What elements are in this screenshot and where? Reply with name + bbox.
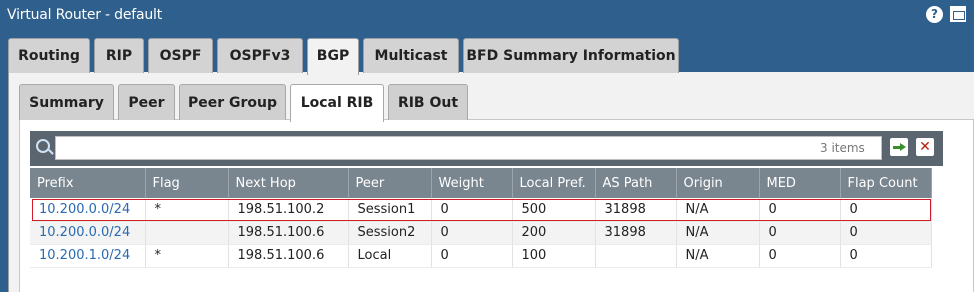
maximize-icon[interactable]: [950, 6, 966, 22]
table-header-row: Prefix Flag Next Hop Peer Weight Local P…: [30, 168, 932, 198]
search-input[interactable]: [55, 136, 882, 160]
cell-med: 0: [759, 221, 841, 245]
window-title: Virtual Router - default: [7, 7, 163, 23]
cell-as-path: 31898: [595, 221, 677, 245]
column-header-flap-count[interactable]: Flap Count: [840, 168, 932, 198]
tab-routing[interactable]: Routing: [8, 38, 90, 73]
tab-rib-out[interactable]: RIB Out: [388, 84, 468, 120]
tab-local-rib[interactable]: Local RIB: [290, 84, 384, 122]
column-header-origin[interactable]: Origin: [676, 168, 760, 198]
prefix-link[interactable]: 10.200.0.0/24: [39, 202, 130, 217]
cell-local-pref: 100: [512, 244, 596, 268]
table-row[interactable]: 10.200.0.0/24 * 198.51.100.2 Session1 0 …: [30, 198, 932, 222]
cell-next-hop: 198.51.100.6: [228, 221, 349, 245]
column-header-weight[interactable]: Weight: [431, 168, 513, 198]
tab-bfd-summary[interactable]: BFD Summary Information: [463, 38, 679, 73]
local-rib-table: Prefix Flag Next Hop Peer Weight Local P…: [30, 168, 932, 268]
cell-origin: N/A: [676, 244, 760, 268]
cell-next-hop: 198.51.100.6: [228, 244, 349, 268]
column-header-peer[interactable]: Peer: [348, 168, 432, 198]
cell-med: 0: [759, 244, 841, 268]
title-bar: Virtual Router - default: [0, 0, 974, 32]
prefix-link[interactable]: 10.200.0.0/24: [39, 225, 130, 240]
tab-multicast[interactable]: Multicast: [363, 38, 459, 73]
cell-flag: *: [145, 244, 229, 268]
cell-as-path: 31898: [595, 198, 677, 222]
apply-filter-button[interactable]: [890, 138, 908, 156]
cell-weight: 0: [431, 198, 513, 222]
cell-peer: Local: [348, 244, 432, 268]
column-header-local-pref[interactable]: Local Pref.: [512, 168, 596, 198]
tab-rip[interactable]: RIP: [94, 38, 144, 73]
cell-flap-count: 0: [840, 221, 932, 245]
cell-prefix[interactable]: 10.200.0.0/24: [30, 198, 146, 222]
cell-peer: Session2: [348, 221, 432, 245]
cell-prefix[interactable]: 10.200.0.0/24: [30, 221, 146, 245]
tab-peer[interactable]: Peer: [118, 84, 175, 120]
items-count: 3 items: [820, 141, 865, 155]
cell-med: 0: [759, 198, 841, 222]
column-header-next-hop[interactable]: Next Hop: [228, 168, 349, 198]
tab-ospf[interactable]: OSPF: [148, 38, 213, 73]
cell-peer: Session1: [348, 198, 432, 222]
cell-prefix[interactable]: 10.200.1.0/24: [30, 244, 146, 268]
tab-summary[interactable]: Summary: [19, 84, 114, 120]
cell-flap-count: 0: [840, 198, 932, 222]
cell-flag: [145, 221, 229, 245]
cell-as-path: [595, 244, 677, 268]
cell-local-pref: 500: [512, 198, 596, 222]
tab-peer-group[interactable]: Peer Group: [179, 84, 286, 120]
column-header-as-path[interactable]: AS Path: [595, 168, 677, 198]
cell-origin: N/A: [676, 198, 760, 222]
help-icon[interactable]: ?: [926, 6, 943, 23]
search-icon: [36, 139, 50, 153]
table-row[interactable]: 10.200.1.0/24 * 198.51.100.6 Local 0 100…: [30, 244, 932, 268]
cell-origin: N/A: [676, 221, 760, 245]
cell-local-pref: 200: [512, 221, 596, 245]
tab-bgp[interactable]: BGP: [307, 38, 359, 75]
prefix-link[interactable]: 10.200.1.0/24: [39, 248, 130, 263]
tab-ospfv3[interactable]: OSPFv3: [217, 38, 303, 73]
cell-weight: 0: [431, 244, 513, 268]
clear-filter-button[interactable]: ✕: [916, 138, 934, 156]
cell-weight: 0: [431, 221, 513, 245]
column-header-flag[interactable]: Flag: [145, 168, 229, 198]
column-header-prefix[interactable]: Prefix: [30, 168, 146, 198]
column-header-med[interactable]: MED: [759, 168, 841, 198]
table-row[interactable]: 10.200.0.0/24 198.51.100.6 Session2 0 20…: [30, 221, 932, 245]
cell-next-hop: 198.51.100.2: [228, 198, 349, 222]
cell-flap-count: 0: [840, 244, 932, 268]
cell-flag: *: [145, 198, 229, 222]
